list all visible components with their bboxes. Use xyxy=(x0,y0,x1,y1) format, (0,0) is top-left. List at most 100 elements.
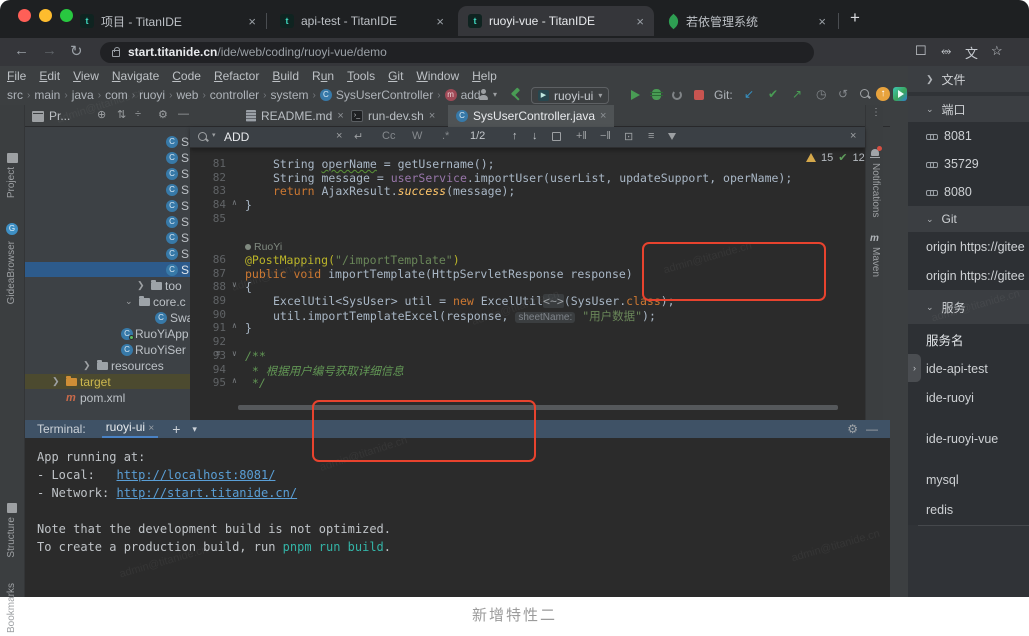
crumb-item[interactable]: system xyxy=(271,88,309,102)
rollback-icon[interactable]: ↺ xyxy=(838,87,848,101)
run-button[interactable] xyxy=(631,90,640,100)
translate-icon[interactable]: 文 xyxy=(965,43,978,62)
fold-icon[interactable]: ∨ xyxy=(232,349,237,358)
forward-icon[interactable]: → xyxy=(42,42,57,59)
browser-tab[interactable]: t项目 - TitanIDE× xyxy=(70,6,266,36)
run-config-select[interactable]: ▶ ruoyi-ui ▾ xyxy=(531,87,609,104)
bookmark-star-icon[interactable]: ☆ xyxy=(991,43,1003,59)
sidebar-row-8080[interactable]: 8080 xyxy=(908,178,1029,206)
tree-item-s[interactable]: CS xyxy=(25,134,190,149)
tree-item-pomxml[interactable]: mpom.xml xyxy=(25,390,190,405)
build-button[interactable] xyxy=(510,89,522,101)
project-tree[interactable]: CSCSCSCSCSCSCSCSCS❯too⌄core.cCSwaCRuoYiA… xyxy=(25,127,190,420)
tree-item-s[interactable]: CS xyxy=(25,166,190,181)
terminal-new-tab-icon[interactable]: + xyxy=(172,421,180,437)
tree-item-ruoyiapp[interactable]: CRuoYiApp xyxy=(25,326,190,341)
sidebar-row-ideruoyi[interactable]: ide-ruoyi xyxy=(908,383,1029,412)
find-select-all-icon[interactable]: ⊡ xyxy=(624,130,633,143)
update-available-icon[interactable]: ↑ xyxy=(876,87,890,101)
fold-icon[interactable]: ∧ xyxy=(232,321,237,330)
back-icon[interactable]: ← xyxy=(14,42,29,59)
menu-item-view[interactable]: View xyxy=(73,69,99,83)
sidebar-row-mysql[interactable]: mysql xyxy=(908,465,1029,495)
tree-item-ruoyiser[interactable]: CRuoYiSer xyxy=(25,342,190,357)
sidebar-section-3[interactable]: ⌄服务 xyxy=(908,290,1029,324)
browser-tab[interactable]: tapi-test - TitanIDE× xyxy=(270,6,454,36)
terminal-tab[interactable]: ruoyi-ui × xyxy=(102,420,159,438)
crumb-item[interactable]: src xyxy=(7,88,23,102)
terminal-dropdown-icon[interactable]: ▾ xyxy=(192,424,197,435)
stop-button[interactable] xyxy=(694,90,704,100)
crumb-item[interactable]: main xyxy=(34,88,60,102)
expand-all-icon[interactable]: ⇅ xyxy=(117,108,126,121)
tree-item-target[interactable]: ❯target xyxy=(25,374,190,389)
window-minimize-button[interactable] xyxy=(39,9,52,22)
terminal-tab-close-icon[interactable]: × xyxy=(148,423,154,434)
browser-tab[interactable]: 若依管理系统× xyxy=(658,6,836,36)
stripe-more-icon[interactable]: ⋮ xyxy=(871,107,881,118)
share-icon[interactable]: ☐ xyxy=(915,43,927,59)
find-query[interactable]: ADD xyxy=(224,130,249,144)
tree-item-too[interactable]: ❯too xyxy=(25,278,190,293)
find-funnel-icon[interactable] xyxy=(668,133,676,140)
structure-stripe-icon[interactable] xyxy=(7,503,17,513)
sidebar-row-35729[interactable]: 35729 xyxy=(908,150,1029,178)
browser-tab[interactable]: truoyi-vue - TitanIDE× xyxy=(458,6,654,36)
git-history-icon[interactable]: ◷ xyxy=(816,87,826,101)
reload-icon[interactable]: ↻ xyxy=(70,42,83,60)
crumb-item[interactable]: ruoyi xyxy=(139,88,165,102)
terminal-settings-gear-icon[interactable]: ⚙ xyxy=(847,422,858,436)
stripe-maven-label[interactable]: Maven xyxy=(870,247,881,277)
menu-item-file[interactable]: File xyxy=(7,69,26,83)
crumb-class-item[interactable]: CSysUserController xyxy=(320,88,433,102)
find-open-in-editor-icon[interactable] xyxy=(552,132,561,141)
tree-item-s[interactable]: CS xyxy=(25,262,190,277)
locate-file-icon[interactable]: ⊕ xyxy=(97,108,106,121)
menu-item-tools[interactable]: Tools xyxy=(347,69,375,83)
find-remove-selection-icon[interactable]: −‖ xyxy=(600,130,611,142)
hide-panel-icon[interactable]: — xyxy=(178,108,189,120)
sidebar-row-redis[interactable]: redis xyxy=(908,495,1029,525)
find-next-icon[interactable]: ↓ xyxy=(532,130,538,142)
maven-icon[interactable]: m xyxy=(870,233,879,244)
crumb-item[interactable]: com xyxy=(105,88,128,102)
terminal-minimize-icon[interactable]: — xyxy=(866,422,878,436)
sidebar-row-ideruoyivue[interactable]: ide-ruoyi-vue xyxy=(908,412,1029,465)
sidebar-section-2[interactable]: ⌄Git xyxy=(908,206,1029,232)
git-push-icon[interactable]: ↗ xyxy=(792,87,802,101)
tree-item-s[interactable]: CS xyxy=(25,214,190,229)
panel-settings-gear-icon[interactable]: ⚙ xyxy=(158,108,168,121)
git-update-icon[interactable]: ↙ xyxy=(744,87,754,101)
new-tab-button[interactable]: + xyxy=(850,8,860,28)
find-toggle-[interactable]: .* xyxy=(442,130,449,142)
address-bar[interactable]: start.titanide.cn/ide/web/coding/ruoyi-v… xyxy=(100,42,814,63)
password-key-icon[interactable]: ⥈ xyxy=(941,43,951,59)
find-history-chevron[interactable]: ▾ xyxy=(212,131,216,139)
find-clear-icon[interactable]: × xyxy=(336,130,342,142)
stripe-structure-label[interactable]: Structure xyxy=(6,517,17,558)
menu-item-window[interactable]: Window xyxy=(416,69,459,83)
menu-item-build[interactable]: Build xyxy=(272,69,299,83)
crumb-item[interactable]: java xyxy=(72,88,94,102)
editor-tab[interactable]: ›_run-dev.sh× xyxy=(343,105,443,127)
collapse-all-icon[interactable]: ÷ xyxy=(135,108,141,120)
sidebar-row-ideapitest[interactable]: ide-api-test xyxy=(908,354,1029,383)
tree-item-s[interactable]: CS xyxy=(25,198,190,213)
inspection-widget[interactable]: 15 ✔ 12 ˄ ˅ xyxy=(806,151,865,164)
editor-tab[interactable]: README.md× xyxy=(238,105,352,127)
tree-item-s[interactable]: CS xyxy=(25,230,190,245)
window-close-button[interactable] xyxy=(18,9,31,22)
tree-item-s[interactable]: CS xyxy=(25,150,190,165)
project-panel-title[interactable]: Pr... xyxy=(32,109,70,123)
search-everywhere-icon[interactable] xyxy=(860,89,872,101)
find-prev-icon[interactable]: ↑ xyxy=(512,130,518,142)
coverage-button[interactable] xyxy=(672,90,682,100)
sidebar-row-originhttpsgitee[interactable]: origin https://gitee xyxy=(908,261,1029,290)
crumb-item[interactable]: web xyxy=(176,88,198,102)
fold-icon[interactable]: ∧ xyxy=(232,198,237,207)
find-newline-icon[interactable]: ↵ xyxy=(354,130,363,143)
git-commit-icon[interactable]: ✔ xyxy=(768,87,778,101)
editor-tab[interactable]: CSysUserController.java× xyxy=(448,105,614,127)
fold-icon[interactable]: ∧ xyxy=(232,376,237,385)
menu-item-navigate[interactable]: Navigate xyxy=(112,69,159,83)
